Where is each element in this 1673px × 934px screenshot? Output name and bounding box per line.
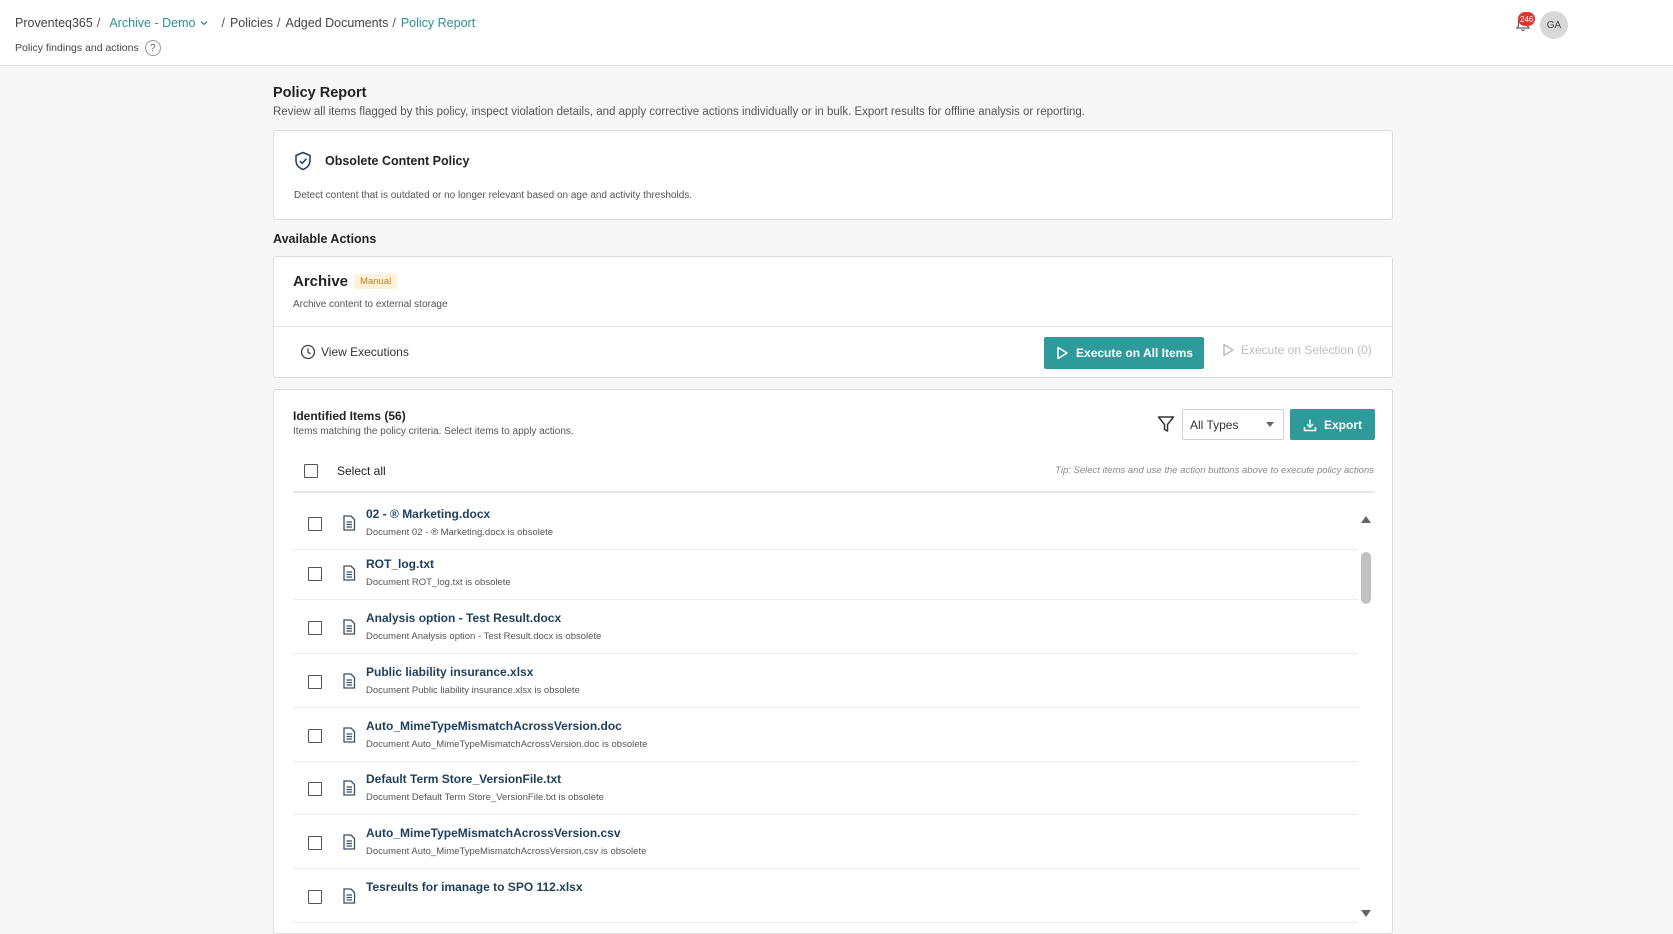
subtitle-text: Policy findings and actions bbox=[15, 42, 139, 54]
breadcrumb-app[interactable]: Proventeq365 bbox=[15, 16, 93, 30]
available-actions-heading: Available Actions bbox=[273, 232, 377, 246]
breadcrumb: Proventeq365 / Archive - Demo / Policies… bbox=[15, 16, 475, 30]
item-name[interactable]: Default Term Store_VersionFile.txt bbox=[366, 772, 561, 786]
item-checkbox[interactable] bbox=[308, 729, 322, 743]
play-icon bbox=[1223, 343, 1234, 357]
download-icon bbox=[1303, 419, 1317, 431]
breadcrumb-separator: / bbox=[96, 16, 101, 30]
notification-badge: 246 bbox=[1518, 12, 1536, 26]
document-icon bbox=[343, 834, 356, 850]
breadcrumb-aged-documents[interactable]: Adged Documents bbox=[286, 16, 389, 30]
item-checkbox[interactable] bbox=[308, 567, 322, 581]
item-description: Document Auto_MimeTypeMismatchAcrossVers… bbox=[366, 739, 648, 750]
caret-down-icon bbox=[1266, 422, 1274, 427]
export-button[interactable]: Export bbox=[1290, 409, 1375, 440]
breadcrumb-separator: / bbox=[221, 16, 225, 30]
policy-card: Obsolete Content Policy Detect content t… bbox=[273, 130, 1393, 220]
item-description: Document Default Term Store_VersionFile.… bbox=[366, 792, 604, 803]
action-name: Archive bbox=[293, 273, 349, 290]
action-header: Archive Manual bbox=[293, 273, 398, 290]
list-item[interactable]: Public liability insurance.xlsx Document… bbox=[293, 654, 1358, 708]
breadcrumb-policies[interactable]: Policies bbox=[230, 16, 273, 30]
scroll-down-arrow[interactable] bbox=[1361, 910, 1371, 917]
list-item[interactable]: Default Term Store_VersionFile.txt Docum… bbox=[293, 761, 1358, 815]
document-icon bbox=[343, 780, 356, 796]
manual-badge: Manual bbox=[354, 274, 398, 289]
list-item[interactable]: ROT_log.txt Document ROT_log.txt is obso… bbox=[293, 546, 1358, 600]
page-title: Policy Report bbox=[273, 85, 367, 101]
chevron-down-icon bbox=[201, 21, 208, 26]
item-name[interactable]: Auto_MimeTypeMismatchAcrossVersion.csv bbox=[366, 826, 621, 840]
scrollbar-thumb[interactable] bbox=[1361, 552, 1371, 604]
execute-selection-button[interactable]: Execute on Selection (0) bbox=[1221, 343, 1372, 357]
item-checkbox[interactable] bbox=[308, 890, 322, 904]
item-checkbox[interactable] bbox=[308, 621, 322, 635]
execute-all-label: Execute on All Items bbox=[1076, 346, 1193, 360]
item-name[interactable]: Analysis option - Test Result.docx bbox=[366, 611, 561, 625]
top-bar: Proventeq365 / Archive - Demo / Policies… bbox=[0, 0, 1673, 66]
clock-icon bbox=[300, 344, 316, 360]
divider bbox=[293, 491, 1375, 493]
policy-description: Detect content that is outdated or no lo… bbox=[294, 190, 693, 201]
page-description: Review all items flagged by this policy,… bbox=[273, 106, 1085, 118]
item-name[interactable]: 02 - ® Marketing.docx bbox=[366, 507, 490, 521]
type-filter-select[interactable]: All Types bbox=[1182, 409, 1284, 440]
item-description: Document Analysis option - Test Result.d… bbox=[366, 631, 602, 642]
document-icon bbox=[343, 565, 356, 581]
document-icon bbox=[343, 619, 356, 635]
select-all-checkbox[interactable] bbox=[304, 464, 318, 478]
filter-icon[interactable] bbox=[1156, 414, 1176, 434]
execute-selection-label: Execute on Selection (0) bbox=[1241, 343, 1372, 357]
item-description: Document ROT_log.txt is obsolete bbox=[366, 577, 511, 588]
help-icon[interactable]: ? bbox=[144, 40, 161, 56]
divider bbox=[274, 326, 1392, 327]
tenant-label: Archive - Demo bbox=[109, 16, 196, 30]
document-icon bbox=[343, 515, 356, 531]
page-subtitle: Policy findings and actions ? bbox=[15, 40, 161, 56]
breadcrumb-current: Policy Report bbox=[400, 16, 476, 30]
item-name[interactable]: Tesreults for imanage to SPO 112.xlsx bbox=[366, 880, 583, 894]
action-description: Archive content to external storage bbox=[293, 299, 448, 310]
tenant-selector[interactable]: Archive - Demo bbox=[109, 16, 209, 30]
type-filter-value: All Types bbox=[1190, 417, 1239, 432]
item-name[interactable]: Auto_MimeTypeMismatchAcrossVersion.doc bbox=[366, 719, 622, 733]
view-executions-label: View Executions bbox=[321, 345, 409, 359]
list-item[interactable]: Tesreults for imanage to SPO 112.xlsx bbox=[293, 869, 1358, 923]
item-checkbox[interactable] bbox=[308, 782, 322, 796]
policy-header: Obsolete Content Policy bbox=[294, 151, 469, 171]
item-name[interactable]: ROT_log.txt bbox=[366, 557, 434, 571]
breadcrumb-separator: / bbox=[392, 16, 396, 30]
document-icon bbox=[343, 727, 356, 743]
items-subtitle: Items matching the policy criteria. Sele… bbox=[293, 426, 574, 437]
shield-check-icon bbox=[295, 151, 311, 171]
item-description: Document 02 - ® Marketing.docx is obsole… bbox=[366, 527, 554, 538]
item-description: Document Auto_MimeTypeMismatchAcrossVers… bbox=[366, 846, 647, 857]
item-checkbox[interactable] bbox=[308, 517, 322, 531]
select-all-label: Select all bbox=[337, 464, 386, 478]
view-executions-button[interactable]: View Executions bbox=[300, 344, 409, 360]
identified-items-card: Identified Items (56) Items matching the… bbox=[273, 389, 1393, 934]
document-icon bbox=[343, 673, 356, 689]
list-item[interactable]: Analysis option - Test Result.docx Docum… bbox=[293, 600, 1358, 654]
item-checkbox[interactable] bbox=[308, 836, 322, 850]
item-checkbox[interactable] bbox=[308, 675, 322, 689]
items-list[interactable]: 02 - ® Marketing.docx Document 02 - ® Ma… bbox=[293, 496, 1358, 933]
item-name[interactable]: Public liability insurance.xlsx bbox=[366, 665, 533, 679]
tip-text: Tip: Select items and use the action but… bbox=[1055, 465, 1374, 476]
archive-action-card: Archive Manual Archive content to extern… bbox=[273, 256, 1393, 378]
scroll-up-arrow[interactable] bbox=[1361, 516, 1371, 523]
list-item[interactable]: 02 - ® Marketing.docx Document 02 - ® Ma… bbox=[293, 496, 1358, 550]
policy-name: Obsolete Content Policy bbox=[325, 154, 470, 168]
execute-all-button[interactable]: Execute on All Items bbox=[1044, 337, 1204, 369]
avatar[interactable]: GA bbox=[1540, 11, 1568, 39]
play-icon bbox=[1057, 346, 1068, 360]
export-label: Export bbox=[1323, 417, 1362, 432]
select-all[interactable]: Select all bbox=[304, 464, 386, 478]
item-description: Document Public liability insurance.xlsx… bbox=[366, 685, 580, 696]
breadcrumb-separator: / bbox=[277, 16, 281, 30]
list-item[interactable]: Auto_MimeTypeMismatchAcrossVersion.doc D… bbox=[293, 708, 1358, 762]
items-title: Identified Items (56) bbox=[293, 409, 406, 423]
document-icon bbox=[343, 888, 356, 904]
list-item[interactable]: Auto_MimeTypeMismatchAcrossVersion.csv D… bbox=[293, 815, 1358, 869]
